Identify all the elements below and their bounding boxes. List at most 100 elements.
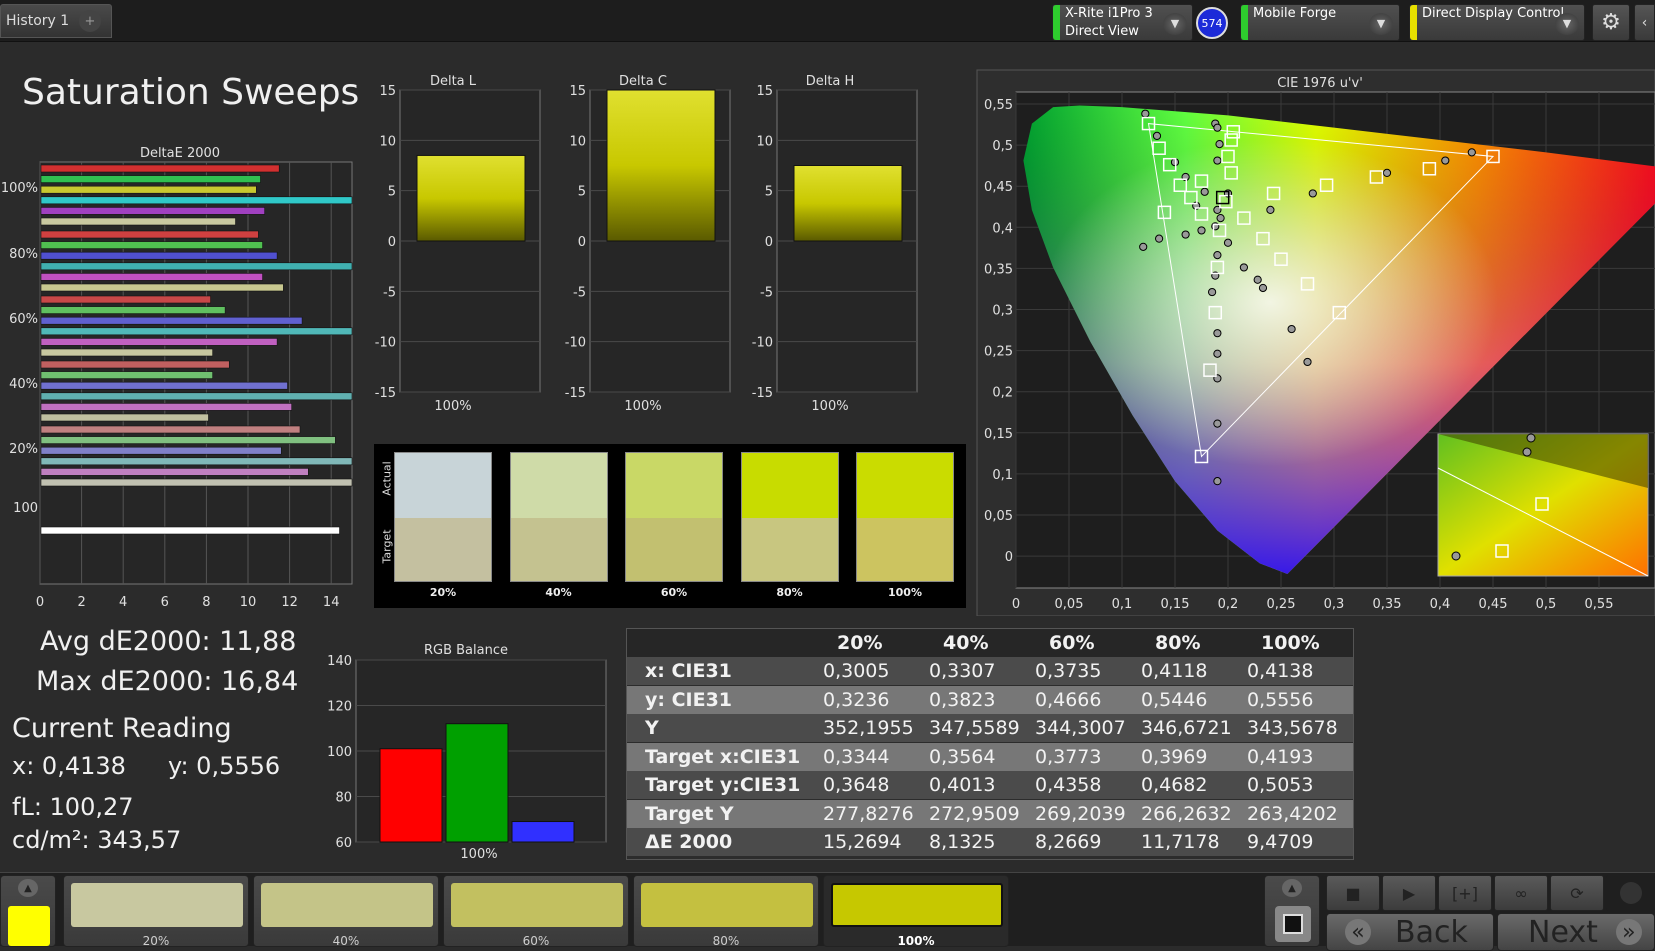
rgb-bar	[445, 723, 509, 843]
x-tick-label: 0,4	[1430, 597, 1451, 612]
column-header: 60%	[1049, 632, 1095, 654]
max-de2000: Max dE2000: 16,84	[36, 666, 299, 697]
table-cell: 0,3236	[823, 688, 890, 711]
current-color-panel: ▲	[0, 875, 56, 947]
collapse-button[interactable]: ‹	[1634, 4, 1655, 41]
swatch-color	[451, 883, 623, 927]
measured-point	[1216, 214, 1225, 223]
pattern-swatch-100pct[interactable]: 100%	[823, 875, 1009, 948]
scroll-up-button[interactable]: ▲	[1282, 879, 1302, 897]
chevron-down-icon[interactable]: ▼	[1369, 13, 1393, 35]
cie-zoom-inset	[1437, 433, 1649, 577]
deltae-bar	[40, 468, 309, 476]
deltae-bar	[40, 526, 340, 535]
inset-measured-point	[1522, 447, 1532, 457]
scroll-up-button[interactable]: ▲	[18, 879, 38, 897]
step-button[interactable]: [+]	[1438, 875, 1492, 911]
infinity-icon: ∞	[1514, 883, 1528, 903]
chevron-down-icon[interactable]: ▼	[1555, 13, 1579, 35]
deltae-bar	[40, 273, 263, 281]
rgb-bar	[379, 748, 443, 843]
deltae-bar	[40, 392, 353, 401]
y-tick-label: 10	[569, 134, 586, 149]
extra-button[interactable]	[1606, 875, 1655, 911]
double-chevron-right-icon: »	[1615, 919, 1642, 945]
table-row: Target x:CIE31 0,3344 0,3564 0,3773 0,3969 0,…	[627, 742, 1353, 771]
deltae-bar	[40, 327, 353, 336]
pattern-swatch-60pct[interactable]: 60%	[443, 875, 629, 948]
table-cell: 0,4138	[1247, 660, 1314, 682]
cie-diagram: CIE 1976 u'v' 0 0,05 0,1 0,15 0,2 0,25 0,3 0,35…	[976, 69, 1655, 616]
nav-scroll-panel: ▲	[1264, 875, 1320, 947]
measured-point	[1213, 349, 1222, 358]
measured-point	[1208, 287, 1217, 297]
swatch-label: 100%	[888, 586, 922, 599]
actual-swatch	[395, 453, 491, 518]
y-tick-label: 100	[327, 745, 352, 760]
y-tick-label: -10	[375, 336, 396, 351]
table-cell: 346,6721	[1141, 717, 1232, 739]
x-category-label: 100%	[434, 399, 471, 414]
tab-history-label: History 1	[6, 13, 70, 29]
y-tick-label: 10	[756, 134, 773, 149]
row-label: y: CIE31	[645, 688, 733, 711]
x-category-label: 100%	[624, 399, 661, 414]
x-tick-label: 0,25	[1267, 597, 1296, 612]
swatch-pair	[740, 452, 839, 582]
x-tick-label: 0,5	[1536, 597, 1557, 612]
deltae-bar	[40, 338, 278, 346]
device-meter-selector[interactable]: X-Rite i1Pro 3 Direct View ▼	[1052, 4, 1193, 41]
group-label: 100%	[1, 181, 38, 196]
table-row: ΔE 2000 15,2694 8,1325 8,2669 11,7178 9,4709	[627, 828, 1353, 856]
column-header: 80%	[1155, 632, 1201, 654]
avg-de2000: Avg dE2000: 11,88	[40, 626, 297, 657]
double-chevron-left-icon: «	[1345, 919, 1371, 945]
swatch-color	[641, 883, 813, 927]
status-stripe	[1241, 5, 1248, 40]
row-label: x: CIE31	[645, 660, 732, 682]
settings-button[interactable]: ⚙	[1592, 4, 1630, 41]
status-stripe	[1410, 5, 1417, 40]
table-row: Target Y 277,8276 272,9509 269,2039 266,2632…	[627, 799, 1353, 828]
table-cell: 11,7178	[1141, 831, 1220, 853]
continuous-button[interactable]: ∞	[1494, 875, 1548, 911]
table-cell: 9,4709	[1247, 831, 1314, 853]
deltae-bar	[40, 175, 261, 183]
deltae-bar	[40, 316, 303, 325]
device-display-selector[interactable]: Direct Display Control ▼	[1409, 4, 1585, 41]
y-tick-label: 0	[765, 235, 773, 250]
add-tab-button[interactable]: +	[79, 10, 101, 32]
deltae-bar	[40, 446, 282, 455]
stop-button[interactable]	[1275, 906, 1311, 942]
x-tick-label: 0,45	[1479, 597, 1508, 612]
y-tick-label: 60	[335, 836, 352, 851]
x-tick-label: 0,05	[1055, 597, 1084, 612]
next-button[interactable]: Next »	[1497, 913, 1655, 951]
stop-measure-button[interactable]: ■	[1326, 875, 1380, 911]
table-cell: 343,5678	[1247, 717, 1338, 739]
tab-history[interactable]: History 1 +	[0, 4, 112, 38]
deltae-bar	[40, 306, 226, 314]
y-tick-label: -10	[565, 336, 586, 351]
meter-badge: 574	[1196, 7, 1228, 39]
chevron-down-icon[interactable]: ▼	[1163, 13, 1187, 35]
y-tick-label: 0,25	[984, 345, 1013, 360]
measured-point	[1213, 419, 1222, 428]
chart-title: Delta L	[430, 74, 477, 89]
x-tick-label: 6	[161, 595, 169, 610]
actual-swatch	[741, 453, 838, 518]
refresh-button[interactable]: ⟳	[1550, 875, 1604, 911]
pattern-swatch-80pct[interactable]: 80%	[633, 875, 819, 948]
table-header: 20% 40% 60% 80% 100%	[627, 629, 1353, 657]
deltae-bar	[40, 348, 213, 357]
back-button[interactable]: « Back	[1326, 913, 1494, 951]
swatch-pair	[394, 452, 492, 582]
table-cell: 0,3564	[929, 745, 996, 768]
device-pattern-selector[interactable]: Mobile Forge ▼	[1240, 4, 1400, 41]
play-button[interactable]: ▶	[1382, 875, 1436, 911]
pattern-swatch-40pct[interactable]: 40%	[253, 875, 439, 948]
target-swatch	[626, 518, 722, 581]
pattern-swatch-20pct[interactable]: 20%	[63, 875, 249, 948]
measured-point	[1308, 189, 1317, 198]
play-icon: ▶	[1402, 883, 1416, 903]
